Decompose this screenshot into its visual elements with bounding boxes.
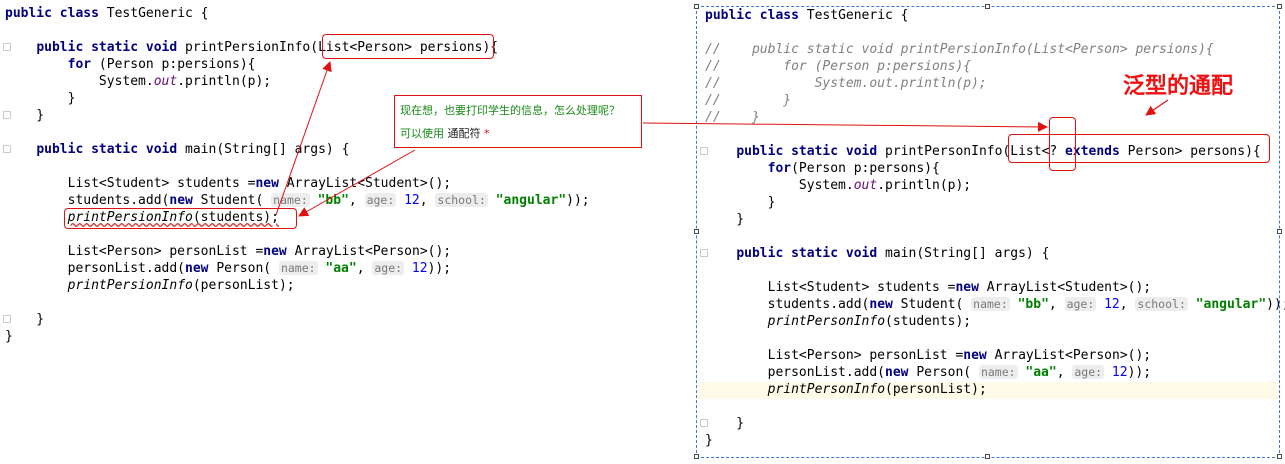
arrow-to-call: [298, 149, 416, 217]
arrow-to-parameter: [275, 61, 332, 216]
annotation-arrows: [275, 61, 1169, 217]
arrow-label-pointer: [1145, 99, 1169, 116]
arrow-to-wildcard: [642, 121, 1048, 132]
